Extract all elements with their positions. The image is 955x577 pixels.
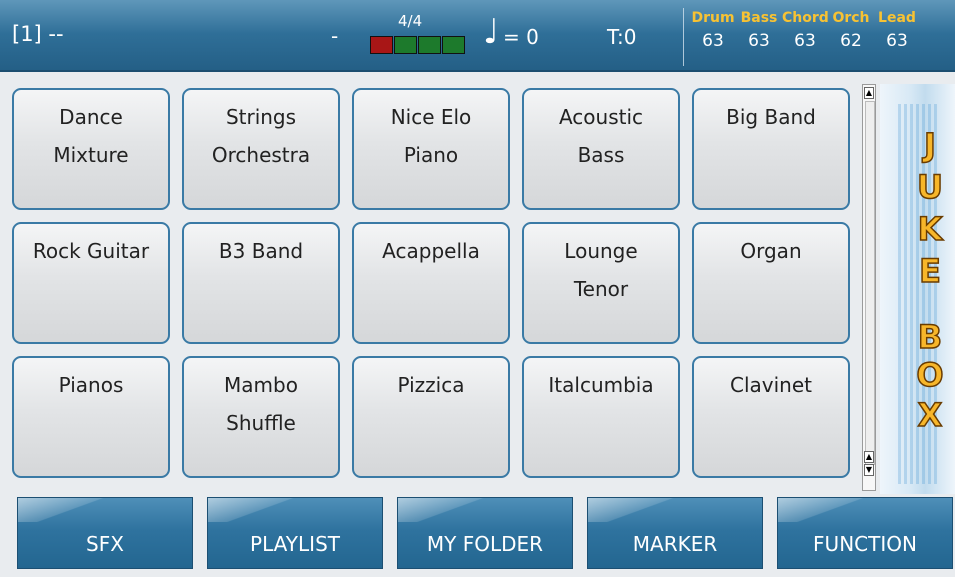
marker-button[interactable]: MARKER (587, 497, 763, 569)
jukebox-letter: O (916, 355, 945, 395)
style-tile[interactable]: Big Band (692, 88, 850, 210)
jukebox-letter: B (917, 317, 943, 357)
style-tile-label: Clavinet (730, 373, 812, 397)
button-label: FUNCTION (813, 532, 917, 556)
style-tile[interactable]: Mambo Shuffle (182, 356, 340, 478)
function-button[interactable]: FUNCTION (777, 497, 953, 569)
style-tile[interactable]: Acoustic Bass (522, 88, 680, 210)
style-tile-label: Organ (740, 239, 802, 263)
style-tile[interactable]: Acappella (352, 222, 510, 344)
part-name: Orch (832, 10, 870, 26)
button-label: MY FOLDER (426, 532, 544, 556)
status-dash: - (331, 24, 339, 48)
style-tile-label: B3 Band (218, 239, 304, 263)
style-tile-label: Mambo Shuffle (224, 373, 298, 435)
vertical-scrollbar[interactable]: ▲ ▲ ▼ (862, 84, 876, 491)
beat-cell (394, 36, 417, 54)
style-tile-label: Nice Elo Piano (390, 105, 472, 167)
scroll-up-arrow-icon[interactable]: ▲ (864, 451, 874, 463)
jukebox-logo: J U K E B O X (880, 84, 955, 494)
style-tile[interactable]: Organ (692, 222, 850, 344)
part-lead: Lead 63 (874, 10, 920, 51)
style-tile[interactable]: Dance Mixture (12, 88, 170, 210)
part-name: Chord (782, 10, 829, 26)
scroll-down-arrow-icon[interactable]: ▼ (864, 464, 874, 476)
style-tile[interactable]: Rock Guitar (12, 222, 170, 344)
button-shine (18, 498, 192, 522)
sfx-button[interactable]: SFX (17, 497, 193, 569)
part-orch: Orch 62 (828, 10, 874, 51)
button-shine (588, 498, 762, 522)
style-tile[interactable]: Clavinet (692, 356, 850, 478)
beat-cell (370, 36, 393, 54)
style-tile[interactable]: Nice Elo Piano (352, 88, 510, 210)
part-drum: Drum 63 (690, 10, 736, 51)
part-bass: Bass 63 (736, 10, 782, 51)
style-tile-label: Pizzica (397, 373, 465, 397)
scroll-up-arrow-icon[interactable]: ▲ (864, 87, 874, 99)
my-folder-button[interactable]: MY FOLDER (397, 497, 573, 569)
style-tile-label: Lounge Tenor (564, 239, 638, 301)
quarter-note-icon: ♩ (483, 12, 500, 52)
status-header: [1] -- - 4/4 ♩ = 0 T:0 Drum 63 Bass 63 C… (0, 0, 955, 72)
part-name: Drum (691, 10, 735, 26)
song-number: [1] -- (12, 22, 64, 46)
scrollbar-track[interactable] (865, 101, 875, 465)
button-label: MARKER (632, 532, 718, 556)
style-tile[interactable]: Strings Orchestra (182, 88, 340, 210)
beat-cell (442, 36, 465, 54)
style-grid: Dance Mixture Strings Orchestra Nice Elo… (12, 88, 852, 483)
part-name: Lead (878, 10, 916, 26)
style-tile[interactable]: B3 Band (182, 222, 340, 344)
part-chord: Chord 63 (782, 10, 829, 51)
button-label: SFX (86, 532, 124, 556)
part-value: 63 (886, 31, 908, 51)
style-tile-label: Italcumbia (548, 373, 654, 397)
part-value: 63 (702, 31, 724, 51)
style-tile-label: Pianos (58, 373, 124, 397)
style-tile-label: Big Band (726, 105, 816, 129)
beat-indicator (370, 36, 466, 54)
tempo-value: = 0 (503, 25, 539, 49)
style-tile[interactable]: Lounge Tenor (522, 222, 680, 344)
jukebox-letter: X (917, 395, 943, 435)
style-tile[interactable]: Italcumbia (522, 356, 680, 478)
jukebox-letter: J (923, 125, 936, 165)
style-tile[interactable]: Pizzica (352, 356, 510, 478)
part-value: 63 (748, 31, 770, 51)
jukebox-letter: K (917, 209, 943, 249)
style-tile-label: Rock Guitar (32, 239, 150, 263)
part-name: Bass (740, 10, 778, 26)
button-shine (398, 498, 572, 522)
style-tile-label: Dance Mixture (53, 105, 129, 167)
style-tile-label: Strings Orchestra (211, 105, 311, 167)
part-volumes: Drum 63 Bass 63 Chord 63 Orch 62 Lead 63 (690, 10, 920, 51)
header-divider (683, 8, 684, 66)
part-value: 62 (840, 31, 862, 51)
button-label: PLAYLIST (250, 532, 340, 556)
style-tile-label: Acappella (382, 239, 480, 263)
playlist-button[interactable]: PLAYLIST (207, 497, 383, 569)
jukebox-letter: U (916, 167, 943, 207)
part-value: 63 (794, 31, 816, 51)
jukebox-letter: E (918, 251, 941, 291)
button-shine (208, 498, 382, 522)
time-signature: 4/4 (398, 12, 423, 30)
style-tile-label: Acoustic Bass (558, 105, 644, 167)
bottom-toolbar: SFX PLAYLIST MY FOLDER MARKER FUNCTION (0, 495, 955, 577)
style-tile[interactable]: Pianos (12, 356, 170, 478)
transpose-value: T:0 (607, 25, 637, 49)
button-shine (778, 498, 952, 522)
beat-cell (418, 36, 441, 54)
